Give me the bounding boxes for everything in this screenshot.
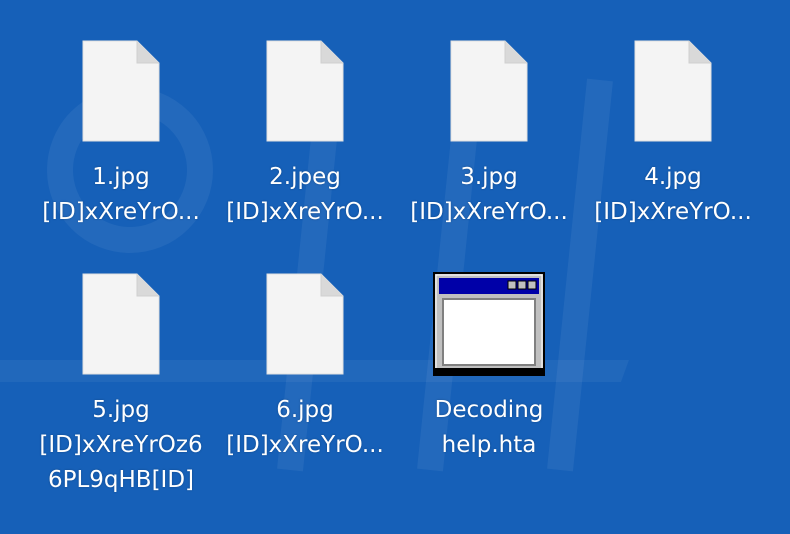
blank-document-icon <box>450 40 528 142</box>
file-item-5[interactable]: 5.jpg [ID]xXreYrOz6 6PL9qHB[ID] <box>31 272 211 498</box>
file-name: 2.jpeg [ID]xXreYrO... <box>226 164 384 225</box>
file-item-3[interactable]: 3.jpg [ID]xXreYrO... <box>399 39 579 230</box>
file-item-1[interactable]: 1.jpg [ID]xXreYrO... <box>31 39 211 230</box>
blank-document-icon <box>266 40 344 142</box>
application-window-icon <box>433 272 545 376</box>
file-name: 3.jpg [ID]xXreYrO... <box>410 164 568 225</box>
file-name: 1.jpg [ID]xXreYrO... <box>42 164 200 225</box>
file-name: Decoding help.hta <box>434 397 544 458</box>
file-item-decoding-help-hta[interactable]: Decoding help.hta <box>399 272 579 463</box>
blank-document-icon <box>266 273 344 375</box>
file-item-4[interactable]: 4.jpg [ID]xXreYrO... <box>583 39 763 230</box>
blank-document-icon <box>82 40 160 142</box>
file-name: 5.jpg [ID]xXreYrOz6 6PL9qHB[ID] <box>39 397 203 493</box>
blank-document-icon <box>634 40 712 142</box>
file-item-6[interactable]: 6.jpg [ID]xXreYrO... <box>215 272 395 463</box>
file-name: 6.jpg [ID]xXreYrO... <box>226 397 384 458</box>
blank-document-icon <box>82 273 160 375</box>
file-name: 4.jpg [ID]xXreYrO... <box>594 164 752 225</box>
desktop: 1.jpg [ID]xXreYrO... 2.jpeg [ID]xXreYrO.… <box>0 0 790 534</box>
file-item-2[interactable]: 2.jpeg [ID]xXreYrO... <box>215 39 395 230</box>
